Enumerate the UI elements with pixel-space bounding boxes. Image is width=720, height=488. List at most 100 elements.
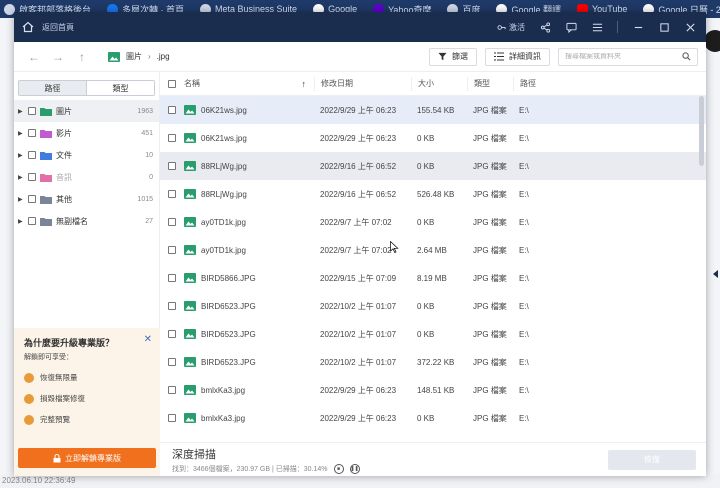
table-row[interactable]: BIRD6523.JPG 2022/10/2 上午 01:07 0 KB JPG 檔案… [160, 292, 706, 320]
expand-arrow-icon[interactable]: ▶ [18, 174, 26, 181]
tab-path[interactable]: 路徑 [19, 81, 86, 95]
sidebar-item[interactable]: ▶ 圖片 1963 [14, 100, 159, 122]
table-row[interactable]: BIRD6523.JPG 2022/10/2 上午 01:07 0 KB JPG 檔案… [160, 320, 706, 348]
back-home-label[interactable]: 返回首頁 [42, 22, 74, 33]
table-row[interactable]: 06K21ws.jpg 2022/9/29 上午 06:23 155.54 KB JP… [160, 96, 706, 124]
row-checkbox[interactable] [168, 106, 176, 114]
titlebar: 返回首頁 激活 [14, 12, 706, 42]
sidebar-item-count: 451 [141, 129, 153, 137]
file-type: JPG 檔案 [473, 357, 507, 367]
image-file-icon [184, 329, 196, 339]
feedback-icon[interactable] [565, 21, 577, 33]
file-date: 2022/9/29 上午 06:23 [320, 133, 397, 143]
category-checkbox[interactable] [28, 195, 36, 203]
file-size: 148.51 KB [417, 385, 455, 395]
maximize-icon[interactable] [658, 21, 670, 33]
back-arrow-icon[interactable]: ← [22, 47, 46, 67]
close-icon[interactable]: ✕ [144, 334, 152, 345]
folder-icon [40, 107, 52, 116]
table-row[interactable]: bmlxKa3.jpg 2022/9/29 上午 06:23 0 KB JPG 檔案 E… [160, 404, 706, 432]
row-checkbox[interactable] [168, 274, 176, 282]
expand-arrow-icon[interactable]: ▶ [18, 108, 26, 115]
row-checkbox[interactable] [168, 162, 176, 170]
expand-arrow-icon[interactable]: ▶ [18, 196, 26, 203]
row-checkbox[interactable] [168, 358, 176, 366]
column-header-path[interactable]: 路徑 [513, 76, 683, 91]
sort-ascending-icon[interactable]: ↑ [302, 79, 307, 89]
category-checkbox[interactable] [28, 107, 36, 115]
sidebar-item-count: 10 [145, 151, 153, 159]
row-checkbox[interactable] [168, 218, 176, 226]
table-row[interactable]: ay0TD1k.jpg 2022/9/7 上午 07:02 2.64 MB JPG 檔… [160, 236, 706, 264]
file-size: 0 KB [417, 329, 435, 339]
row-checkbox[interactable] [168, 386, 176, 394]
column-header-size[interactable]: 大小 [411, 76, 467, 91]
recover-button[interactable]: 恢復 [608, 449, 696, 470]
search-input[interactable] [565, 53, 675, 60]
table-row[interactable]: bmlxKa3.jpg 2022/9/29 上午 06:23 148.51 KB JP… [160, 376, 706, 404]
unlock-pro-button[interactable]: 立即解鎖專業版 [18, 448, 156, 468]
table-row[interactable]: 06K21ws.jpg 2022/9/29 上午 06:23 0 KB JPG 檔案 E… [160, 124, 706, 152]
stop-icon[interactable]: ■ [333, 463, 344, 474]
forward-arrow-icon[interactable]: → [46, 47, 70, 67]
minimize-icon[interactable] [632, 21, 644, 33]
breadcrumb-folder[interactable]: 圖片 [126, 51, 142, 62]
category-checkbox[interactable] [28, 173, 36, 181]
scrollbar[interactable] [699, 96, 704, 166]
file-path: E:\ [519, 161, 529, 171]
table-row[interactable]: BIRD5866.JPG 2022/9/15 上午 07:09 8.19 MB JPG… [160, 264, 706, 292]
row-checkbox[interactable] [168, 190, 176, 198]
sidebar-item[interactable]: ▶ 無副檔名 27 [14, 210, 159, 232]
sidebar-item[interactable]: ▶ 文件 10 [14, 144, 159, 166]
row-checkbox[interactable] [168, 302, 176, 310]
file-name: 88RLjWg.jpg [201, 189, 247, 199]
expand-panel-arrow-icon[interactable] [713, 270, 718, 278]
up-arrow-icon[interactable]: ↑ [70, 47, 94, 67]
image-file-icon [184, 105, 196, 115]
table-row[interactable]: 88RLjWg.jpg 2022/9/16 上午 06:52 0 KB JPG 檔案 E… [160, 152, 706, 180]
file-date: 2022/10/2 上午 01:07 [320, 301, 397, 311]
table-row[interactable]: BIRD6523.JPG 2022/10/2 上午 01:07 372.22 KB J… [160, 348, 706, 376]
row-checkbox[interactable] [168, 414, 176, 422]
table-row[interactable]: 88RLjWg.jpg 2022/9/16 上午 06:52 526.48 KB JP… [160, 180, 706, 208]
pause-icon[interactable]: ❚❚ [349, 463, 360, 474]
share-icon[interactable] [539, 21, 551, 33]
select-all-checkbox[interactable] [168, 79, 176, 88]
details-button[interactable]: 詳細資訊 [485, 47, 550, 66]
breadcrumb-current[interactable]: .jpg [157, 52, 170, 61]
tab-type[interactable]: 類型 [86, 81, 154, 95]
column-header-date[interactable]: 修改日期 [314, 76, 411, 91]
column-header-name[interactable]: 名稱 ↑ [178, 78, 314, 89]
sidebar-item[interactable]: ▶ 音訊 0 [14, 166, 159, 188]
mouse-cursor-icon [390, 241, 399, 253]
table-row[interactable]: ay0TD1k.jpg 2022/9/7 上午 07:02 0 KB JPG 檔案 E:… [160, 208, 706, 236]
home-button[interactable] [14, 12, 42, 42]
filter-button[interactable]: 篩選 [429, 47, 477, 66]
category-checkbox[interactable] [28, 129, 36, 137]
row-checkbox[interactable] [168, 134, 176, 142]
expand-arrow-icon[interactable]: ▶ [18, 218, 26, 225]
column-header-type[interactable]: 類型 [467, 76, 513, 91]
row-checkbox[interactable] [168, 330, 176, 338]
row-checkbox[interactable] [168, 246, 176, 254]
filter-icon [438, 52, 447, 61]
close-icon[interactable] [684, 21, 696, 33]
expand-arrow-icon[interactable]: ▶ [18, 152, 26, 159]
category-checkbox[interactable] [28, 217, 36, 225]
file-date: 2022/9/15 上午 07:09 [320, 273, 397, 283]
file-type: JPG 檔案 [473, 161, 507, 171]
background-page-left [0, 18, 14, 488]
image-file-icon [184, 189, 196, 199]
sidebar-item[interactable]: ▶ 影片 451 [14, 122, 159, 144]
sidebar-item-count: 1015 [137, 195, 153, 203]
category-checkbox[interactable] [28, 151, 36, 159]
sidebar-item[interactable]: ▶ 其他 1015 [14, 188, 159, 210]
file-name: BIRD6523.JPG [201, 357, 256, 367]
activate-button[interactable]: 激活 [497, 22, 525, 33]
expand-arrow-icon[interactable]: ▶ [18, 130, 26, 137]
file-date: 2022/9/16 上午 06:52 [320, 161, 397, 171]
search-icon[interactable] [682, 52, 691, 61]
promo-feature-label: 恢復無限量 [40, 373, 78, 382]
menu-icon[interactable] [591, 21, 603, 33]
home-icon [22, 21, 34, 33]
